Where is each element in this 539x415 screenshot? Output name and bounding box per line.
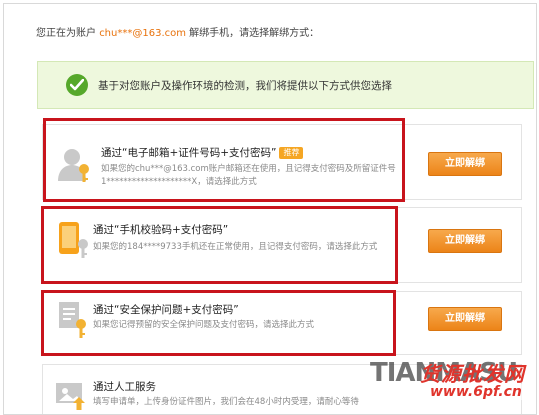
unbind-now-button[interactable]: 立即解绑 [428,229,502,253]
option-desc: 填写申请单，上传身份证件图片，我们会在48小时内受理，请耐心等待 [93,397,359,407]
account-line: 您正在为账户 chu***@163.com 解绑手机，请选择解绑方式： [36,24,319,39]
option-title: 通过“电子邮箱+证件号码+支付密码” 推荐 [101,145,304,160]
account-prefix: 您正在为账户 [36,28,96,39]
account-suffix: 解绑手机，请选择解绑方式： [189,28,320,39]
document-key-icon [57,300,91,344]
option-desc: 如果您的chu***@163.com账户邮箱还在使用，且记得支付密码及所留证件号… [101,164,396,187]
option-email-id-password: 通过“电子邮箱+证件号码+支付密码” 推荐 如果您的chu***@163.com账… [42,124,522,200]
option-title: 通过人工服务 [93,381,156,393]
watermark-cn: 货源批发网 [420,362,525,386]
phone-key-icon [57,220,91,264]
notice-text: 基于对您账户及操作环境的检测，我们将提供以下方式供您选择 [98,80,392,92]
detection-notice: 基于对您账户及操作环境的检测，我们将提供以下方式供您选择 [37,61,534,109]
checkmark-icon [66,74,88,96]
recommended-badge: 推荐 [279,147,304,159]
option-sms-password: 通过“手机校验码+支付密码” 如果您的184****9733手机还在正常使用，且… [42,207,522,283]
user-key-icon [58,147,92,187]
upload-photo-icon [55,379,87,414]
watermark: TIANMASU 货源批发网 www.6pf.cn [370,350,535,410]
watermark-url: www.6pf.cn [430,384,522,400]
option-security-question-password: 通过“安全保护问题+支付密码” 如果您记得预留的安全保护问题及支付密码，请选择此… [42,291,522,355]
unbind-now-button[interactable]: 立即解绑 [428,152,502,176]
option-title: 通过“手机校验码+支付密码” [93,224,229,236]
unbind-now-button[interactable]: 立即解绑 [428,307,502,331]
option-title: 通过“安全保护问题+支付密码” [93,304,239,316]
option-desc: 如果您记得预留的安全保护问题及支付密码，请选择此方式 [93,320,315,330]
option-desc: 如果您的184****9733手机还在正常使用，且记得支付密码，请选择此方式 [93,242,378,252]
account-name: chu***@163.com [99,28,186,39]
